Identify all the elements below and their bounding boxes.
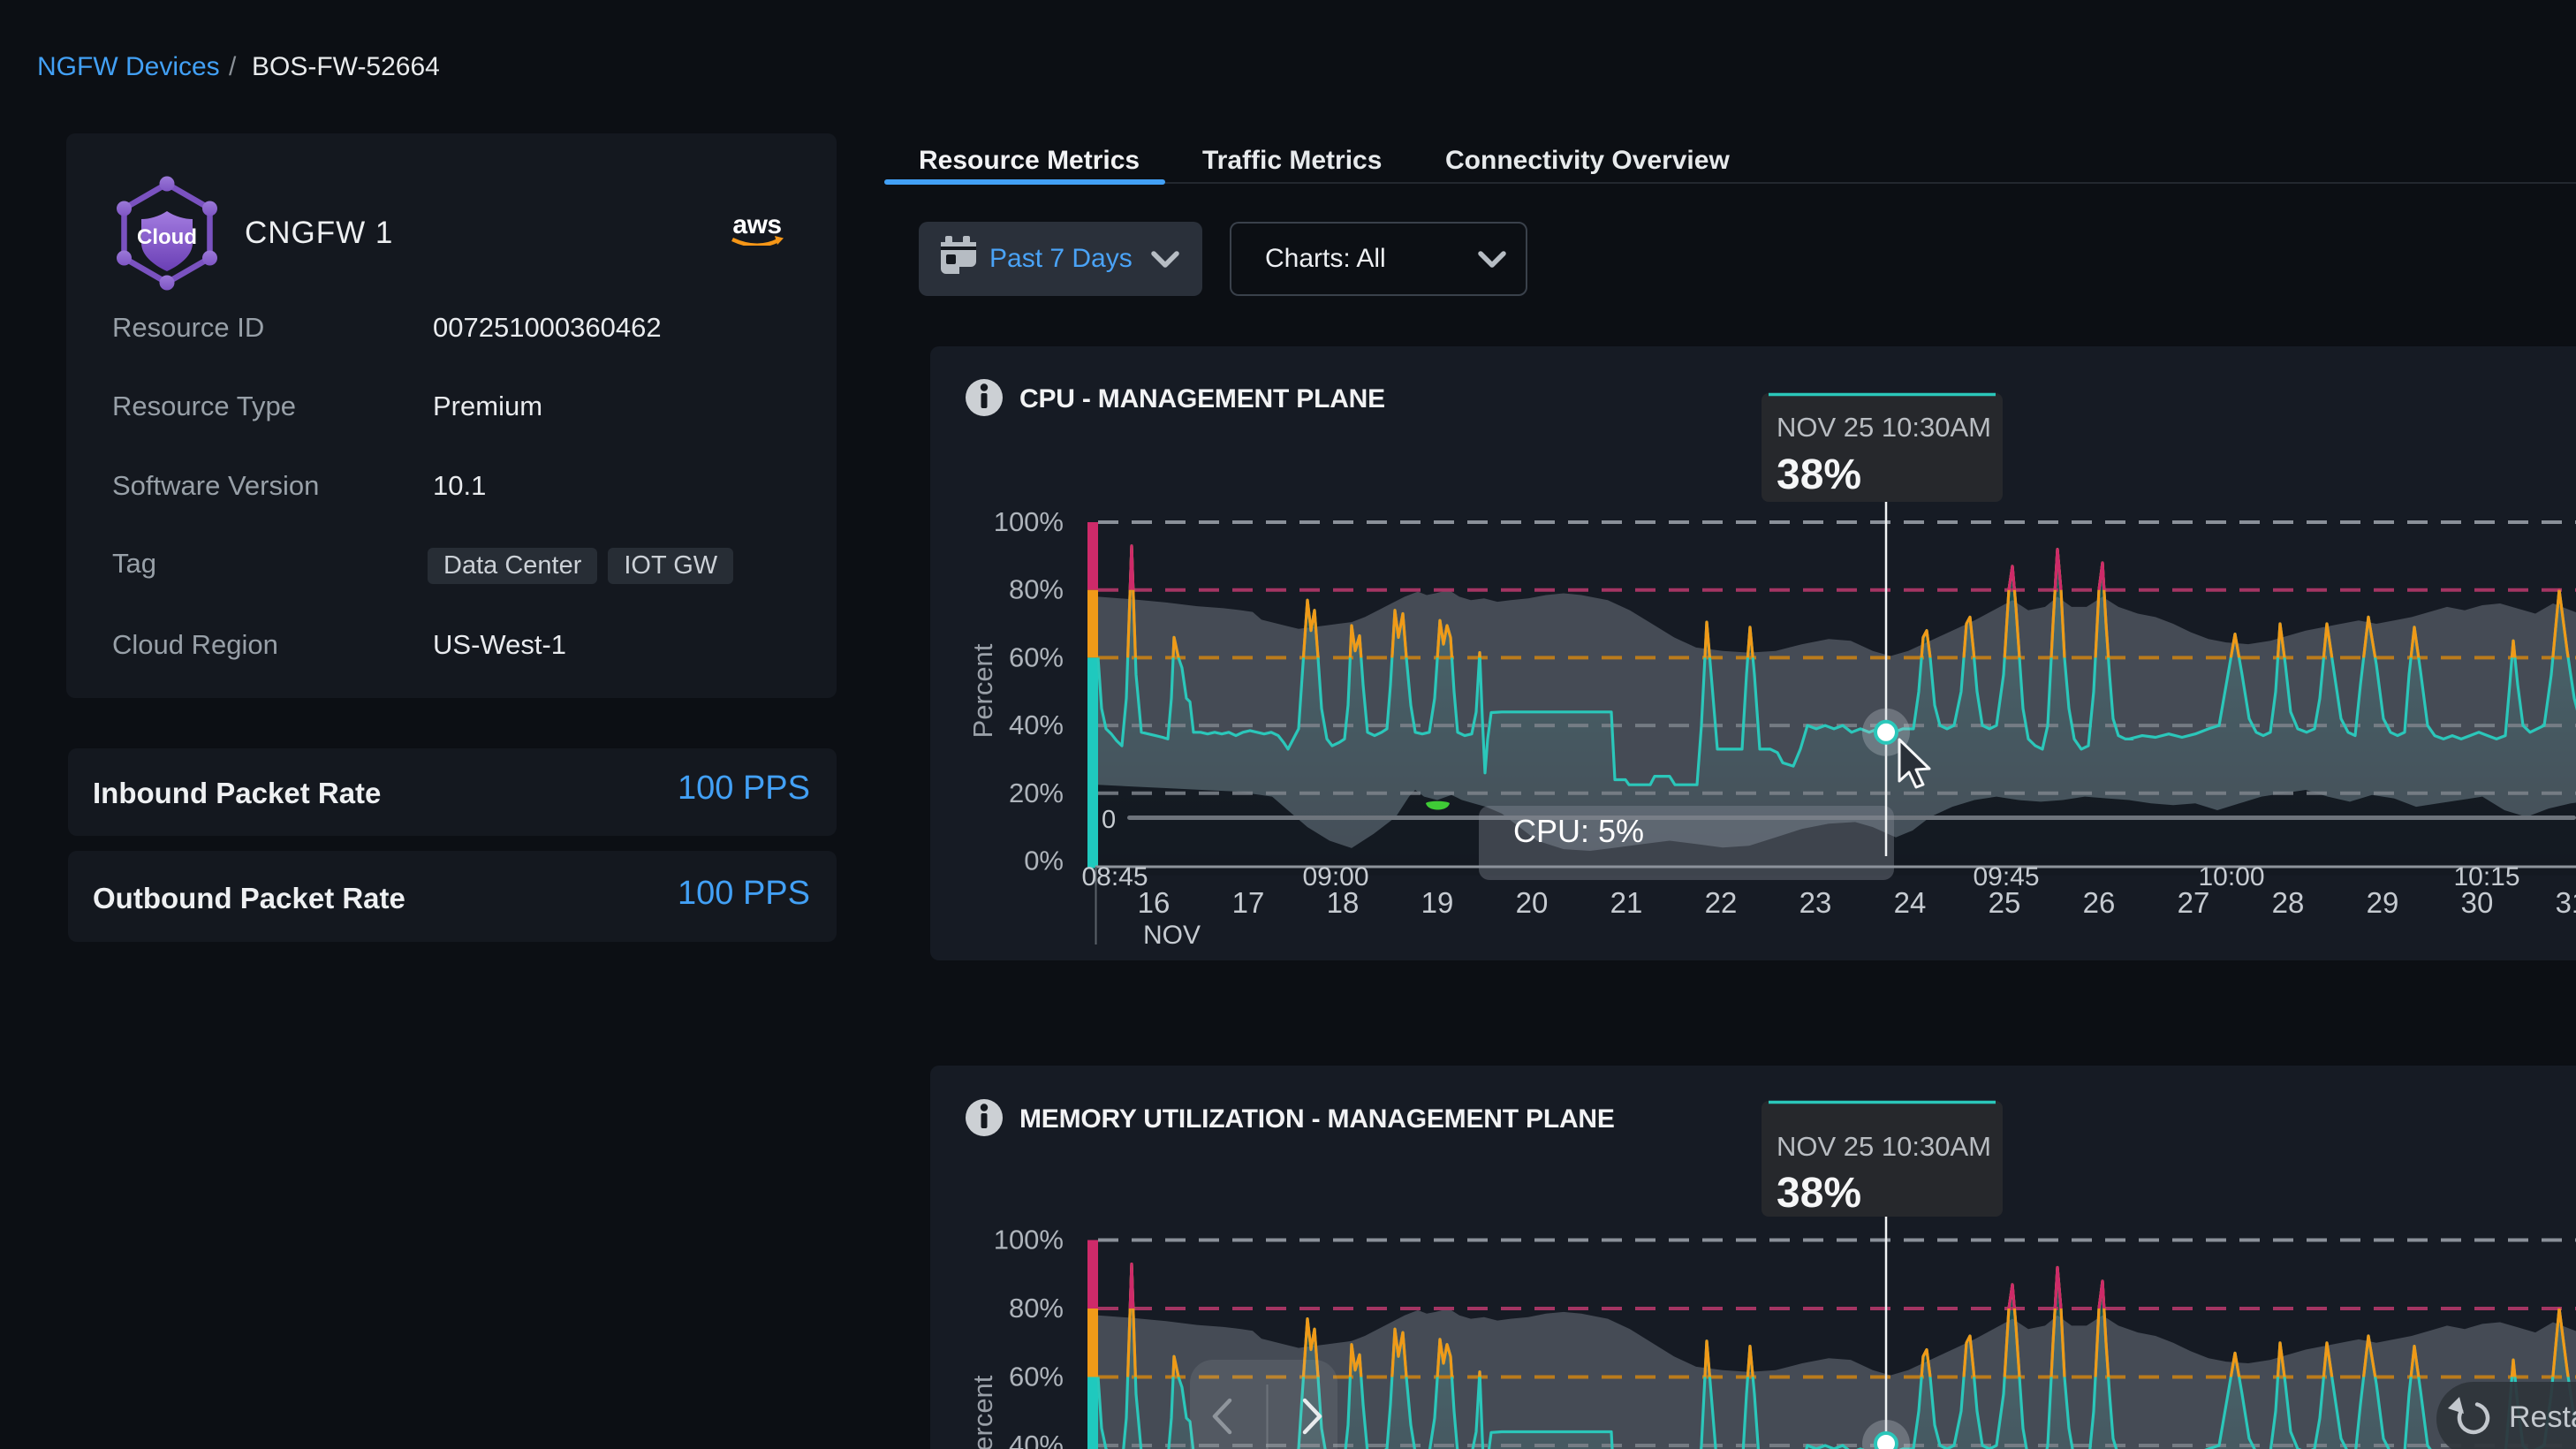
svg-text:23: 23 — [1799, 886, 1832, 919]
svg-text:29: 29 — [2367, 886, 2399, 919]
svg-text:Restart: Restart — [2509, 1400, 2576, 1434]
svg-text:25: 25 — [1989, 886, 2021, 919]
svg-text:20%: 20% — [1009, 778, 1064, 808]
svg-text:CPU: 5%: CPU: 5% — [1513, 813, 1644, 849]
svg-text:30: 30 — [2461, 886, 2494, 919]
svg-text:100%: 100% — [994, 1225, 1064, 1256]
svg-text:31: 31 — [2556, 886, 2576, 919]
svg-text:38%: 38% — [1777, 1170, 1861, 1217]
svg-text:40%: 40% — [1009, 709, 1064, 740]
svg-text:0%: 0% — [1024, 846, 1064, 876]
svg-text:21: 21 — [1610, 886, 1643, 919]
svg-text:40%: 40% — [1009, 1430, 1064, 1449]
svg-text:19: 19 — [1421, 886, 1454, 919]
svg-text:Percent: Percent — [967, 643, 998, 738]
svg-text:NOV: NOV — [1143, 921, 1201, 950]
svg-text:24: 24 — [1894, 886, 1927, 919]
svg-text:60%: 60% — [1009, 1362, 1064, 1392]
svg-text:NOV 25 10:30AM: NOV 25 10:30AM — [1777, 1131, 1991, 1162]
svg-text:27: 27 — [2178, 886, 2210, 919]
svg-text:26: 26 — [2083, 886, 2116, 919]
svg-text:Percent: Percent — [967, 1375, 998, 1449]
svg-text:17: 17 — [1232, 886, 1265, 919]
svg-text:18: 18 — [1327, 886, 1360, 919]
svg-text:38%: 38% — [1777, 451, 1861, 498]
svg-text:20: 20 — [1516, 886, 1549, 919]
svg-text:80%: 80% — [1009, 574, 1064, 605]
svg-text:100%: 100% — [994, 506, 1064, 537]
svg-text:28: 28 — [2272, 886, 2305, 919]
svg-text:22: 22 — [1705, 886, 1738, 919]
svg-text:16: 16 — [1138, 886, 1171, 919]
svg-text:80%: 80% — [1009, 1293, 1064, 1324]
svg-text:0: 0 — [1102, 806, 1116, 834]
svg-text:NOV 25 10:30AM: NOV 25 10:30AM — [1777, 412, 1991, 443]
svg-text:60%: 60% — [1009, 641, 1064, 672]
